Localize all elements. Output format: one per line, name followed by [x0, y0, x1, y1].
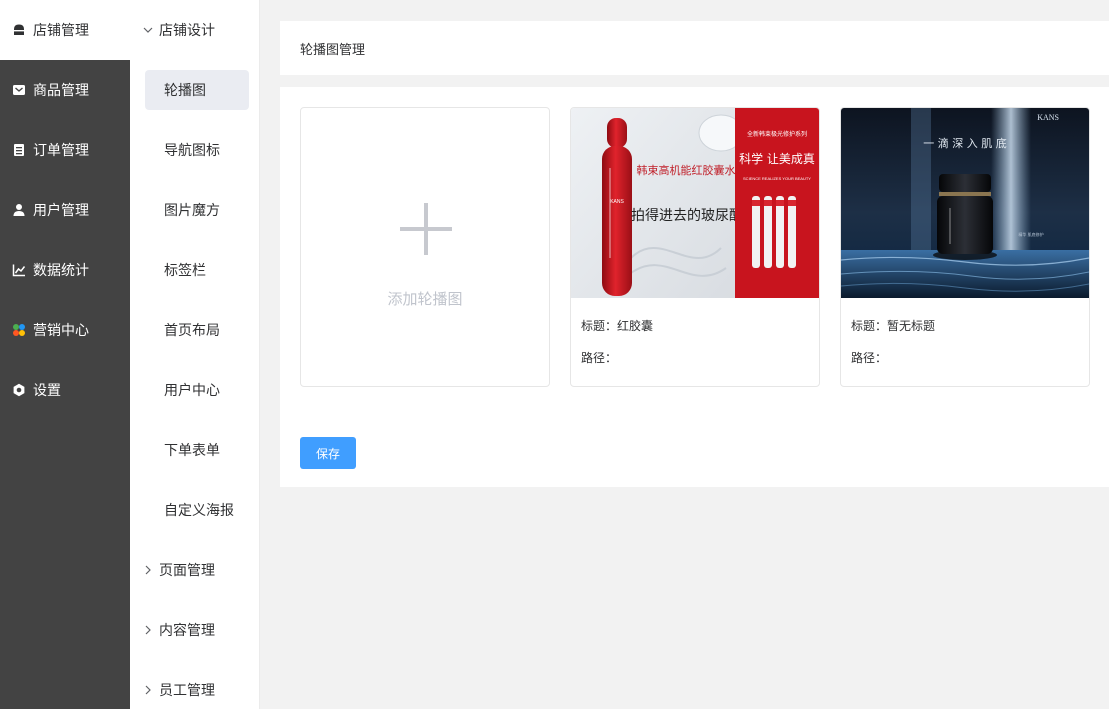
plus-icon [400, 203, 452, 255]
sub-item-custom-poster[interactable]: 自定义海报 [130, 480, 259, 540]
nav-item-stats[interactable]: 数据统计 [0, 240, 130, 300]
sub-item-nav-icons[interactable]: 导航图标 [130, 120, 259, 180]
banner-headline-top: 韩束高机能红胶囊水 [637, 163, 736, 177]
nav-item-orders[interactable]: 订单管理 [0, 120, 130, 180]
add-carousel-label: 添加轮播图 [387, 291, 463, 308]
sub-item-image-cube[interactable]: 图片魔方 [130, 180, 259, 240]
nav-label: 商品管理 [33, 82, 89, 98]
sub-item-label: 自定义海报 [164, 502, 234, 518]
store-icon [12, 23, 26, 37]
carousel-path-row: 路径： [581, 341, 809, 373]
secondary-sidebar: 店铺设计 轮播图 导航图标 图片魔方 标签栏 首页布局 用户中心 下单表单 自定… [130, 0, 260, 709]
group-staff-management[interactable]: 员工管理 [130, 660, 259, 709]
nav-item-settings[interactable]: 设置 [0, 360, 130, 420]
order-icon [12, 143, 26, 157]
main-sidebar: 店铺管理 商品管理 订单管理 用户管理 数据统计 营销中心 设置 [0, 0, 130, 709]
page-title: 轮播图管理 [300, 41, 366, 57]
title-label: 标题： [581, 318, 618, 333]
chevron-right-icon [142, 624, 154, 636]
nav-label: 营销中心 [33, 322, 89, 338]
group-label: 页面管理 [159, 562, 215, 578]
banner-small-text: 精华 肌底修护 [1018, 231, 1043, 237]
banner-panel-tagline: SCIENCE REALIZES YOUR BEAUTY [743, 176, 811, 181]
carousel-item-card[interactable]: KANS 一 滴 深 入 肌 底 精华 肌底修护 标题： 暂无标题 路径： [840, 107, 1090, 387]
chevron-right-icon [142, 564, 154, 576]
banner-brand: KANS [1037, 113, 1059, 122]
title-value: 红胶囊 [617, 318, 654, 333]
settings-icon [12, 383, 26, 397]
carousel-item-card[interactable]: KANS 韩束高机能红胶囊水 拍得进去的玻尿酸 全新韩束极光修护系列 科学 让美… [570, 107, 820, 387]
carousel-image: KANS 一 滴 深 入 肌 底 精华 肌底修护 [841, 108, 1089, 298]
nav-item-marketing[interactable]: 营销中心 [0, 300, 130, 360]
user-icon [12, 203, 26, 217]
group-store-design[interactable]: 店铺设计 [130, 0, 259, 60]
nav-item-store[interactable]: 店铺管理 [0, 0, 130, 60]
path-label: 路径： [851, 350, 888, 365]
group-label: 内容管理 [159, 622, 215, 638]
sub-item-label: 标签栏 [164, 262, 206, 278]
group-label: 员工管理 [159, 682, 215, 698]
page-header: 轮播图管理 [280, 21, 1109, 75]
sub-item-carousel[interactable]: 轮播图 [130, 60, 259, 120]
goods-icon [12, 83, 26, 97]
save-button[interactable]: 保存 [300, 437, 356, 469]
add-carousel-card[interactable]: 添加轮播图 [300, 107, 550, 387]
chevron-down-icon [142, 24, 154, 36]
sub-item-label: 导航图标 [164, 142, 220, 158]
title-value: 暂无标题 [887, 318, 936, 333]
carousel-title-row: 标题： 红胶囊 [581, 309, 809, 341]
banner-slogan: 一 滴 深 入 肌 底 [923, 136, 1006, 150]
sub-item-user-center[interactable]: 用户中心 [130, 360, 259, 420]
sub-item-home-layout[interactable]: 首页布局 [130, 300, 259, 360]
banner-panel-small: 全新韩束极光修护系列 [747, 130, 807, 138]
nav-label: 数据统计 [33, 262, 89, 278]
sub-item-label: 用户中心 [164, 382, 220, 398]
sub-item-tab-bar[interactable]: 标签栏 [130, 240, 259, 300]
marketing-icon [12, 323, 26, 337]
carousel-image: KANS 韩束高机能红胶囊水 拍得进去的玻尿酸 全新韩束极光修护系列 科学 让美… [571, 108, 819, 298]
nav-item-users[interactable]: 用户管理 [0, 180, 130, 240]
group-content-management[interactable]: 内容管理 [130, 600, 259, 660]
carousel-path-row: 路径： [851, 341, 1079, 373]
banner-headline-bottom: 拍得进去的玻尿酸 [631, 207, 743, 224]
sub-item-label: 首页布局 [164, 322, 220, 338]
carousel-panel: 添加轮播图 KANS 韩束高机能红胶囊水 拍得进去的玻尿酸 全新韩束极光修护系列… [280, 87, 1109, 487]
bottle-label: KANS [610, 199, 624, 205]
chevron-right-icon [142, 684, 154, 696]
group-label: 店铺设计 [159, 22, 215, 38]
sub-item-label: 图片魔方 [164, 202, 220, 218]
sub-item-label: 轮播图 [164, 82, 206, 98]
nav-label: 店铺管理 [33, 22, 89, 38]
nav-label: 用户管理 [33, 202, 89, 218]
sub-item-label: 下单表单 [164, 442, 220, 458]
nav-label: 订单管理 [33, 142, 89, 158]
group-page-management[interactable]: 页面管理 [130, 540, 259, 600]
chart-icon [12, 263, 26, 277]
path-label: 路径： [581, 350, 618, 365]
sub-item-order-form[interactable]: 下单表单 [130, 420, 259, 480]
nav-label: 设置 [33, 382, 61, 398]
banner-panel-main: 科学 让美成真 [739, 151, 815, 166]
carousel-title-row: 标题： 暂无标题 [851, 309, 1079, 341]
title-label: 标题： [851, 318, 888, 333]
nav-item-goods[interactable]: 商品管理 [0, 60, 130, 120]
